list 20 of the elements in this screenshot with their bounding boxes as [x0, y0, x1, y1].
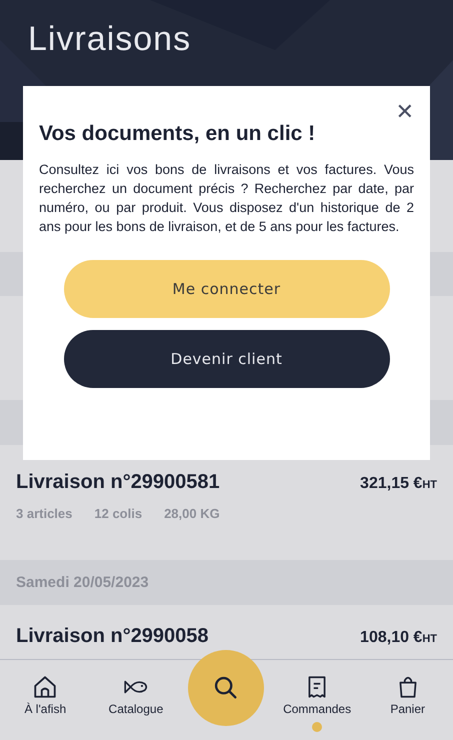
date-heading: Samedi 20/05/2023	[16, 574, 149, 591]
page-title: Livraisons	[27, 19, 192, 59]
nav-tab[interactable]: Catalogue	[108, 660, 164, 716]
dialog-title: Vos documents, en un clic !	[39, 122, 316, 146]
delivery-price: 321,15 €HT	[360, 475, 437, 493]
delivery-price: 108,10 €HT	[360, 629, 437, 647]
delivery-title: Livraison n°29900581	[16, 471, 220, 494]
nav-tab[interactable]: Panier	[390, 660, 426, 716]
delivery-detail: 12 colis	[94, 506, 142, 521]
home-icon	[32, 674, 58, 700]
delivery-detail: 28,00 KG	[164, 506, 220, 521]
delivery-title: Livraison n°2990058	[16, 625, 209, 648]
nav-tab[interactable]: À l'afish	[24, 660, 66, 716]
dialog-text: Consultez ici vos bons de livraisons et vos factures. Vous recherchez un document précis ? Recherchez par date, par numéro, ou par produit. Vous disposez d'un historique de 2 ans pour les bons de livraison, et de 5 ans pour les factures.	[39, 161, 414, 236]
active-indicator	[312, 722, 322, 732]
close-button[interactable]: ✕	[392, 98, 418, 127]
nav-tab[interactable]: Commandes	[283, 660, 352, 732]
delivery-detail: 3 articles	[16, 506, 72, 521]
dialog-button[interactable]: Me connecter	[64, 260, 390, 318]
dialog-button[interactable]: Devenir client	[64, 330, 390, 388]
